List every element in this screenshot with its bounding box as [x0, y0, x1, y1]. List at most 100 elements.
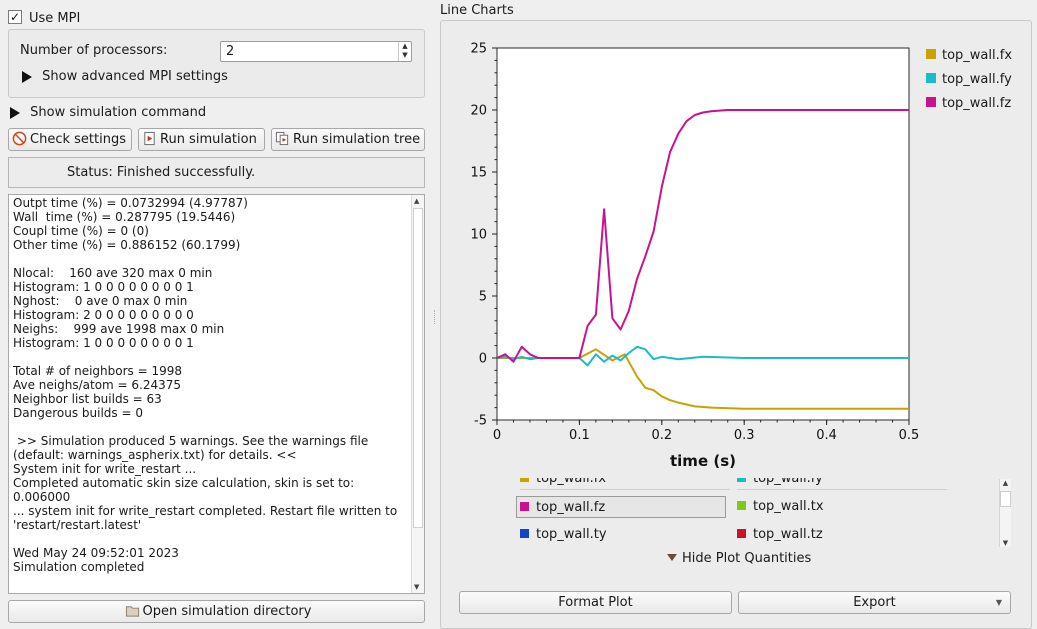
- x-tick-label: 0.1: [569, 428, 590, 443]
- log-scrollbar[interactable]: ▲ ▼: [411, 195, 424, 593]
- y-tick-label: 10: [470, 228, 487, 243]
- legend-label: top_wall.fx: [942, 48, 1013, 63]
- use-mpi-label: Use MPI: [29, 11, 81, 26]
- log-line: Other time (%) = 0.886152 (60.1799): [13, 238, 241, 252]
- y-tick-label: 25: [470, 42, 487, 57]
- simulation-log[interactable]: Outpt time (%) = 0.0732994 (4.97787) Wall…: [8, 194, 425, 594]
- status-text: Status: Finished successfully.: [67, 165, 256, 180]
- run-simulation-tree-button[interactable]: Run simulation tree: [271, 128, 425, 151]
- legend-swatch: [926, 97, 936, 107]
- legend-item: top_wall.fy: [926, 72, 1012, 88]
- open-directory-button[interactable]: Open simulation directory: [8, 600, 425, 623]
- plot-area: [496, 47, 910, 421]
- quantity-label: top_wall.tx: [753, 499, 824, 514]
- log-line: Wall time (%) = 0.287795 (19.5446): [13, 210, 236, 224]
- run-tree-icon: [275, 131, 289, 146]
- log-scroll-thumb[interactable]: [413, 208, 423, 528]
- scroll-up-icon[interactable]: ▲: [1000, 479, 1011, 487]
- log-line: Coupl time (%) = 0 (0): [13, 224, 149, 238]
- processors-value: 2: [226, 44, 235, 59]
- legend-swatch: [926, 49, 936, 59]
- legend-item: top_wall.fz: [926, 96, 1011, 112]
- quantity-color-swatch: [520, 529, 529, 538]
- processors-spinbox[interactable]: 2 ▲ ▼: [220, 41, 412, 62]
- y-tick-label: 15: [470, 166, 487, 181]
- folder-icon: [125, 606, 139, 617]
- log-lines: Outpt time (%) = 0.0732994 (4.97787) Wall…: [9, 195, 424, 574]
- quantity-color-swatch: [737, 501, 746, 510]
- log-line: Total # of neighbors = 1998: [13, 364, 183, 378]
- quantity-label: top_wall.ty: [536, 527, 607, 542]
- scroll-up-icon[interactable]: ▲: [414, 197, 419, 205]
- line-charts-title: Line Charts: [440, 3, 514, 18]
- log-line: Neighbor list builds = 63: [13, 392, 162, 406]
- format-plot-button[interactable]: Format Plot: [459, 591, 732, 614]
- quantity-item[interactable]: top_wall.tx: [737, 496, 947, 518]
- mpi-settings-group: [8, 29, 425, 98]
- log-line: Histogram: 2 0 0 0 0 0 0 0 0 0: [13, 308, 194, 322]
- legend-item: top_wall.fx: [926, 48, 1012, 64]
- quantity-color-swatch: [520, 478, 529, 482]
- dropdown-arrow-icon: ▼: [995, 598, 1002, 607]
- log-line: Ave neighs/atom = 6.24375: [13, 378, 182, 392]
- log-line: Completed automatic skin size calculatio…: [13, 476, 355, 490]
- run-simulation-button[interactable]: Run simulation: [138, 128, 265, 151]
- quantity-item[interactable]: top_wall.tz: [737, 524, 947, 546]
- quantity-item[interactable]: top_wall.ty: [520, 524, 730, 546]
- quantities-scrollbar[interactable]: ▲ ▼: [999, 479, 1011, 547]
- quantity-item[interactable]: top_wall.fz: [516, 496, 726, 518]
- spin-arrows-icon[interactable]: ▲ ▼: [398, 42, 411, 61]
- log-line: 'restart/restart.latest': [13, 518, 142, 532]
- log-line: Nlocal: 160 ave 320 max 0 min: [13, 266, 213, 280]
- export-dropdown[interactable]: Export ▼: [738, 591, 1011, 614]
- use-mpi-checkbox[interactable]: ✓: [8, 10, 22, 24]
- log-line: 0.006000: [13, 490, 71, 504]
- plot-quantities-list[interactable]: top_wall.fx top_wall.fy top_wall.fz top_wal…: [516, 478, 998, 550]
- log-line: Histogram: 1 0 0 0 0 0 0 0 0 1: [13, 336, 194, 350]
- quantities-scroll-thumb[interactable]: [1000, 491, 1011, 507]
- quantity-color-swatch: [737, 478, 746, 482]
- advanced-mpi-toggle[interactable]: Show advanced MPI settings: [22, 68, 228, 85]
- splitter-handle[interactable]: [434, 310, 437, 324]
- quantity-color-swatch: [520, 502, 529, 511]
- quantity-color-swatch: [737, 529, 746, 538]
- log-line: Histogram: 1 0 0 0 0 0 0 0 0 1: [13, 280, 194, 294]
- scroll-down-icon[interactable]: ▼: [414, 583, 419, 591]
- legend-label: top_wall.fz: [942, 96, 1012, 111]
- status-box: Status: Finished successfully.: [8, 157, 425, 188]
- y-tick-label: 5: [479, 290, 487, 305]
- x-tick-label: 0.3: [734, 428, 755, 443]
- simulation-command-toggle[interactable]: Show simulation command: [10, 104, 206, 121]
- log-line: Wed May 24 09:52:01 2023: [13, 546, 179, 560]
- quantity-label: top_wall.fz: [536, 500, 606, 515]
- log-line: System init for write_restart ...: [13, 462, 197, 476]
- legend-label: top_wall.fy: [942, 72, 1012, 87]
- run-file-icon: [144, 131, 155, 146]
- hide-quantities-toggle[interactable]: Hide Plot Quantities: [667, 551, 811, 567]
- quantity-item[interactable]: top_wall.fy: [737, 478, 947, 490]
- y-tick-label: 0: [479, 352, 487, 367]
- scroll-down-icon[interactable]: ▼: [1000, 539, 1011, 547]
- log-line: ... system init for write_restart comple…: [13, 504, 398, 518]
- simulation-command-label: Show simulation command: [30, 105, 207, 120]
- check-settings-button[interactable]: Check settings: [8, 128, 132, 151]
- x-tick-label: 0: [493, 428, 501, 443]
- export-label: Export: [853, 595, 896, 610]
- quantity-label: top_wall.tz: [753, 527, 823, 542]
- no-entry-icon: [12, 131, 27, 146]
- y-tick-label: -5: [474, 414, 487, 429]
- log-line: (default: warnings_aspherix.txt) for det…: [13, 448, 297, 462]
- x-tick-label: 0.2: [651, 428, 672, 443]
- hide-quantities-label: Hide Plot Quantities: [682, 551, 812, 566]
- log-line: Simulation completed: [13, 560, 145, 574]
- quantity-item[interactable]: top_wall.fx: [520, 478, 730, 490]
- x-tick-label: 0.5: [899, 428, 920, 443]
- expand-triangle-icon: [22, 70, 32, 83]
- log-line: Nghost: 0 ave 0 max 0 min: [13, 294, 188, 308]
- y-tick-label: 20: [470, 104, 487, 119]
- log-line: Neighs: 999 ave 1998 max 0 min: [13, 322, 225, 336]
